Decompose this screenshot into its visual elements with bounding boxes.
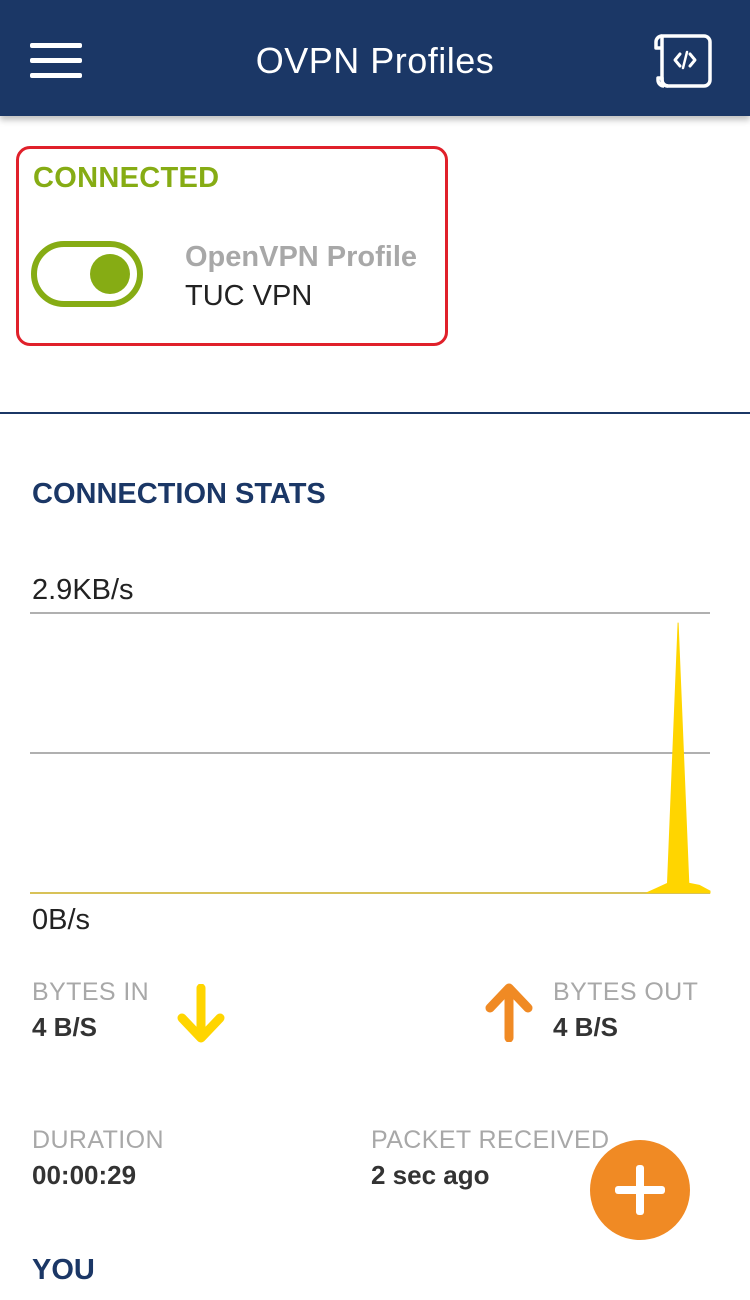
connection-stats-title: CONNECTION STATS — [32, 478, 326, 510]
chart-max-label: 2.9KB/s — [32, 574, 134, 606]
packet-received-value: 2 sec ago — [371, 1160, 490, 1190]
duration-label: DURATION — [32, 1126, 164, 1154]
section-divider — [0, 412, 750, 414]
toggle-knob — [90, 254, 130, 294]
chart-min-label: 0B/s — [32, 904, 91, 936]
throughput-chart — [30, 612, 711, 894]
profile-type-label: OpenVPN Profile — [185, 241, 418, 273]
connection-status: CONNECTED — [33, 162, 220, 194]
profile-card[interactable]: CONNECTED OpenVPN Profile TUC VPN — [16, 146, 448, 346]
you-section-title: YOU — [32, 1254, 95, 1286]
arrow-up-icon — [485, 983, 533, 1042]
duration-value: 00:00:29 — [32, 1160, 137, 1190]
app-bar: OVPN Profiles — [0, 0, 750, 116]
bytes-area-series — [30, 622, 711, 894]
profile-name: TUC VPN — [185, 280, 313, 312]
bytes-in-label: BYTES IN — [32, 978, 150, 1006]
arrow-down-icon — [177, 984, 225, 1043]
packet-received-label: PACKET RECEIVED — [371, 1126, 610, 1154]
page-title: OVPN Profiles — [255, 40, 495, 81]
connection-toggle[interactable] — [31, 241, 143, 307]
log-button[interactable] — [648, 30, 716, 92]
bytes-out-value: 4 B/S — [553, 1012, 619, 1042]
add-profile-button[interactable] — [590, 1140, 690, 1240]
bytes-in-value: 4 B/S — [32, 1012, 98, 1042]
code-scroll-icon — [654, 34, 712, 88]
bytes-out-label: BYTES OUT — [553, 978, 699, 1006]
